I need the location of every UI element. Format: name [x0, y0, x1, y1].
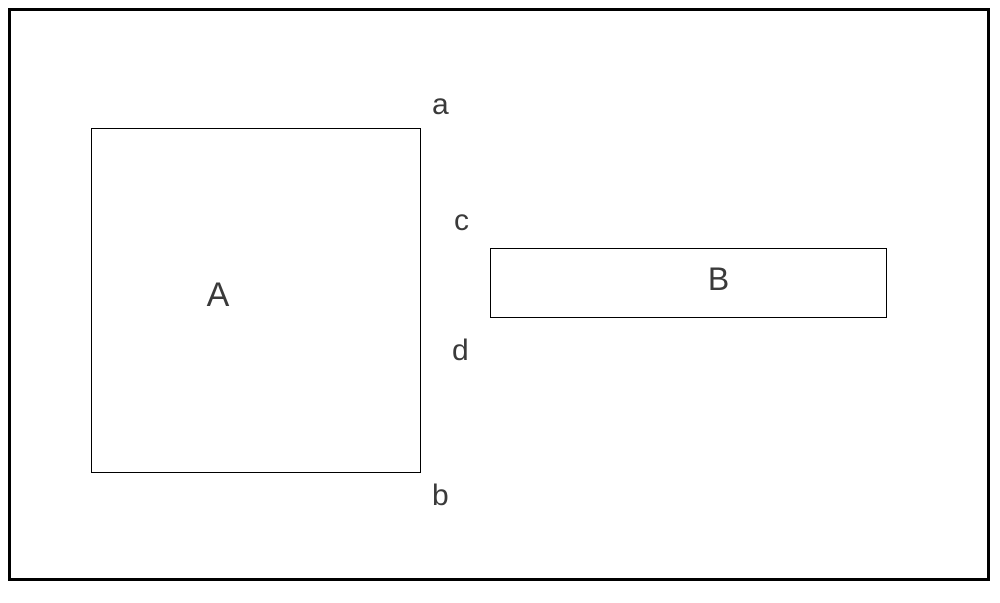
shape-a-label: A — [207, 276, 230, 315]
corner-label-b: b — [432, 481, 449, 511]
corner-label-c: c — [454, 206, 469, 236]
shape-b-label: B — [708, 261, 729, 298]
shape-b: B — [490, 248, 887, 318]
corner-label-d: d — [452, 336, 469, 366]
diagram-canvas: A B a b c d — [0, 0, 1000, 603]
corner-label-a: a — [432, 90, 449, 120]
shape-a: A — [91, 128, 421, 473]
